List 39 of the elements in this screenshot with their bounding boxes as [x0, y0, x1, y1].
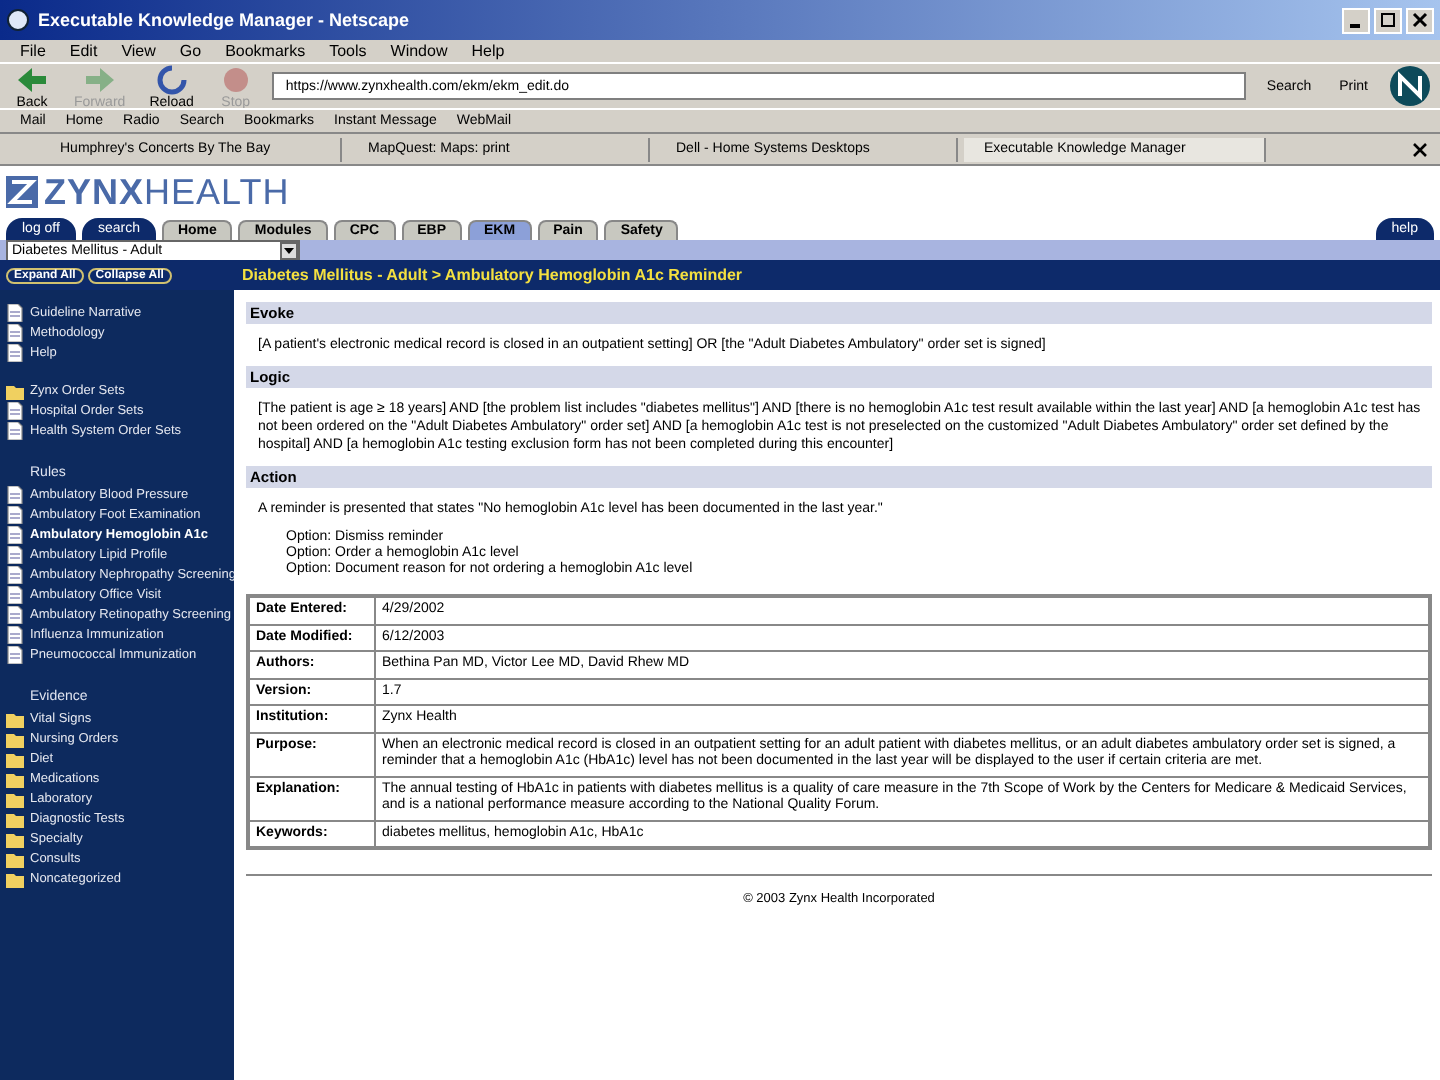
document-icon: [6, 401, 24, 419]
logo-text: ZYNXHEALTH: [44, 171, 290, 213]
maximize-icon: [1380, 12, 1396, 28]
menu-item[interactable]: Edit: [69, 42, 98, 60]
menu-item[interactable]: Bookmarks: [225, 42, 306, 60]
menu-item[interactable]: Window: [390, 42, 448, 60]
breadcrumb: Diabetes Mellitus - Adult > Ambulatory Hemoglobin A1c Reminder: [242, 266, 743, 284]
close-button[interactable]: [1406, 7, 1434, 33]
menu-item[interactable]: File: [20, 42, 46, 60]
document-icon: [6, 645, 24, 663]
back-arrow-icon: [14, 63, 50, 95]
document-icon: [6, 585, 24, 603]
zynx-logo-icon[interactable]: [6, 176, 38, 208]
document-icon: [6, 505, 24, 523]
dropdown-caret-icon[interactable]: [280, 241, 298, 259]
maximize-button[interactable]: [1374, 7, 1402, 33]
document-icon: [6, 343, 24, 361]
document-icon: [6, 323, 24, 341]
menu-item[interactable]: Go: [179, 42, 202, 60]
menu-item[interactable]: Tools: [329, 42, 367, 60]
browser-icon[interactable]: [6, 8, 30, 32]
forward-arrow-icon: [81, 63, 118, 95]
menu-item[interactable]: Help: [471, 42, 505, 60]
minimize-button[interactable]: [1342, 7, 1370, 33]
document-icon: [6, 525, 24, 543]
document-icon: [6, 421, 24, 439]
document-icon: [6, 545, 24, 563]
document-icon: [6, 625, 24, 643]
document-icon: [6, 485, 24, 503]
menu-item[interactable]: View: [121, 42, 156, 60]
document-icon: [6, 303, 24, 321]
reload-icon: [153, 63, 190, 95]
window-title: Executable Knowledge Manager - Netscape: [38, 10, 412, 30]
close-tab-icon[interactable]: [1412, 141, 1428, 157]
folder-icon: [6, 381, 24, 399]
document-icon: [6, 605, 24, 623]
close-icon: [1412, 12, 1428, 28]
netscape-logo-icon[interactable]: [1388, 64, 1432, 108]
document-icon: [6, 565, 24, 583]
